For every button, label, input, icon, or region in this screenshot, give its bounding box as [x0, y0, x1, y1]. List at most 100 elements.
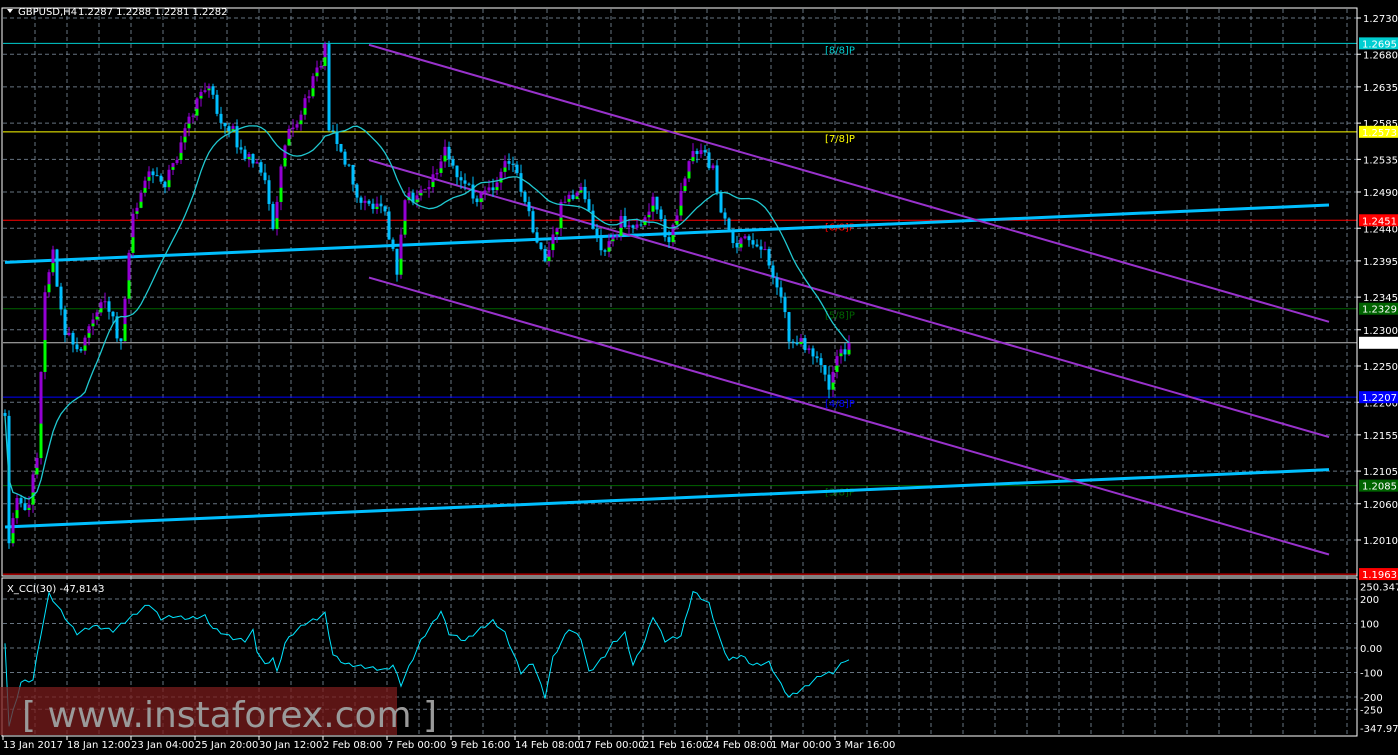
candle-bull-accent	[567, 198, 571, 202]
candle-bull-accent	[683, 186, 687, 192]
candle-bear	[455, 165, 459, 178]
candle-bear	[587, 199, 591, 211]
candle-bull-accent	[547, 256, 551, 262]
candle-bull-accent	[559, 217, 563, 229]
time-tick-label: 18 Jan 12:00	[67, 740, 130, 751]
candle-bear	[735, 243, 739, 248]
price-tick-label: 1.2300	[1363, 326, 1398, 337]
candle-bear	[719, 192, 723, 213]
cci-tick-label: 250.3477	[1360, 583, 1398, 594]
candle-bull-accent	[135, 211, 139, 214]
candle-bull	[711, 165, 715, 169]
candle-bear	[107, 301, 111, 312]
candle-bull-accent	[11, 533, 15, 544]
price-tick-label: 1.2250	[1363, 362, 1398, 373]
chart-window[interactable]: [8/8]P[7/8]P[6/8]P[5/8]P[4/8]P[3/8]P 1.2…	[0, 0, 1398, 755]
level-price-label: 1.2329	[1362, 305, 1397, 316]
candle-bear	[343, 151, 347, 165]
candle-bear	[119, 338, 123, 342]
candle-bear	[511, 163, 515, 165]
trendlines[interactable]	[4, 43, 1330, 556]
candle-bear	[603, 250, 607, 252]
candle-bull-accent	[799, 341, 803, 345]
dropdown-triangle-icon[interactable]	[7, 9, 13, 13]
trendline	[368, 43, 1330, 323]
candle-bear	[263, 172, 267, 181]
candle-bear	[659, 209, 663, 220]
candle-bear	[843, 349, 847, 355]
candle-bear	[715, 165, 719, 193]
candle-bear	[151, 171, 155, 176]
candle-bear	[351, 165, 355, 185]
candle-bull	[423, 189, 427, 191]
candle-bear	[371, 203, 375, 209]
candle-bull-accent	[47, 284, 51, 293]
candle-bull	[627, 225, 631, 227]
candle-bull-accent	[167, 180, 171, 188]
candle-bull-accent	[83, 345, 87, 351]
time-tick-label: 1 Mar 00:00	[771, 740, 831, 751]
candle-bear	[55, 249, 59, 287]
level-price-label: 1.2282	[1362, 339, 1397, 350]
candle-bull	[699, 150, 703, 155]
candle-bull	[743, 236, 747, 239]
candle-bull-accent	[91, 323, 95, 327]
candle-bull-accent	[439, 168, 443, 173]
candle-bull	[103, 301, 107, 303]
time-tick-label: 14 Feb 08:00	[515, 740, 581, 751]
time-tick-label: 25 Jan 20:00	[195, 740, 258, 751]
time-tick-label: 7 Feb 00:00	[387, 740, 446, 751]
level-price-label: 1.1963	[1362, 570, 1397, 581]
candle-bear	[767, 249, 771, 266]
price-tick-label: 1.2490	[1363, 188, 1398, 199]
candle-bull-accent	[43, 340, 47, 372]
candle-bull-accent	[619, 227, 623, 236]
candle-bear	[599, 237, 603, 251]
candle-bull-accent	[303, 108, 307, 115]
candle-bear	[783, 296, 787, 313]
price-axis: 1.27301.26801.26351.25851.25351.24901.24…	[1357, 14, 1398, 581]
candle-bull	[67, 332, 71, 336]
candle-bull-accent	[555, 231, 559, 235]
candle-bull	[635, 224, 639, 228]
candle-bear	[775, 277, 779, 288]
time-tick-label: 2 Feb 08:00	[323, 740, 382, 751]
candle-bull-accent	[287, 138, 291, 146]
time-tick-label: 21 Feb 16:00	[643, 740, 709, 751]
candle-bear	[359, 197, 363, 203]
candle-bull	[807, 348, 811, 351]
candle-bear	[779, 287, 783, 297]
candle-bear	[703, 150, 707, 153]
candle-bear	[163, 181, 167, 188]
cci-tick-label: -100	[1360, 669, 1383, 680]
candle-bear	[527, 201, 531, 212]
candle-bull-accent	[579, 190, 583, 193]
level-price-label: 1.2695	[1362, 39, 1397, 50]
level-price-label: 1.2085	[1362, 482, 1397, 493]
candle-bull-accent	[323, 57, 327, 66]
candle-bear	[391, 239, 395, 249]
time-tick-label: 30 Jan 12:00	[259, 740, 322, 751]
murrey-label: [7/8]P	[825, 134, 855, 145]
candle-bull	[191, 115, 195, 117]
watermark-logo: [ www.instaforex.com ]	[22, 695, 437, 736]
candle-bull-accent	[143, 187, 147, 193]
price-tick-label: 1.2535	[1363, 155, 1398, 166]
candle-bull-accent	[847, 349, 851, 355]
candle-bull	[487, 187, 491, 191]
cci-tick-label: -250	[1360, 705, 1383, 716]
time-axis: 13 Jan 2017 18 Jan 12:00 23 Jan 04:00 25 Ja…	[2, 736, 895, 751]
candle-bull-accent	[15, 510, 19, 519]
time-tick-label: 13 Jan 2017	[3, 740, 63, 751]
cci-axis: 250.3477200 100 0.00 -100 -200-250 -347.970	[1360, 583, 1398, 735]
candle-bear	[387, 211, 391, 240]
candle-bull-accent	[95, 316, 99, 320]
candle-bull-accent	[443, 155, 447, 162]
candle-bear	[327, 44, 331, 131]
candle-bear	[727, 218, 731, 230]
candle-bull-accent	[403, 220, 407, 235]
candle-bear	[227, 126, 231, 132]
candle-bear	[583, 186, 587, 200]
candle-bear	[751, 240, 755, 245]
candle-bull-accent	[27, 507, 31, 511]
